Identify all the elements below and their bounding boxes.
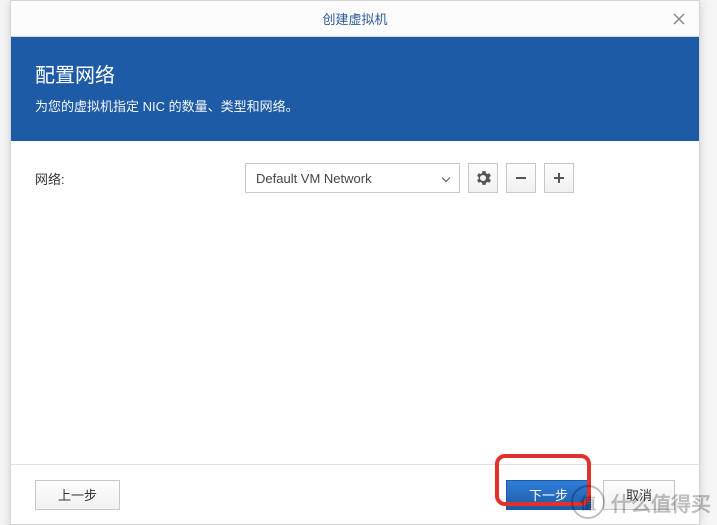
next-button[interactable]: 下一步 xyxy=(506,480,591,510)
network-label: 网络: xyxy=(35,169,245,188)
dialog-footer: 上一步 下一步 取消 xyxy=(11,464,699,524)
plus-icon xyxy=(553,172,565,184)
close-icon xyxy=(673,13,685,25)
step-heading: 配置网络 xyxy=(35,59,675,88)
gear-icon xyxy=(475,170,491,186)
network-settings-button[interactable] xyxy=(468,163,498,193)
network-select-value: Default VM Network xyxy=(256,171,372,186)
network-add-button[interactable] xyxy=(544,163,574,193)
minus-icon xyxy=(515,172,527,184)
step-subtext: 为您的虚拟机指定 NIC 的数量、类型和网络。 xyxy=(35,96,675,115)
chevron-down-icon xyxy=(441,171,451,186)
step-banner: 配置网络 为您的虚拟机指定 NIC 的数量、类型和网络。 xyxy=(11,37,699,141)
dialog-title: 创建虚拟机 xyxy=(322,9,387,28)
network-row: 网络: Default VM Network xyxy=(35,163,675,193)
network-remove-button[interactable] xyxy=(506,163,536,193)
dialog-content: 网络: Default VM Network xyxy=(11,141,699,464)
titlebar: 创建虚拟机 xyxy=(11,1,699,37)
create-vm-dialog: 创建虚拟机 配置网络 为您的虚拟机指定 NIC 的数量、类型和网络。 网络: D… xyxy=(10,0,700,525)
cancel-button[interactable]: 取消 xyxy=(603,480,675,510)
network-select[interactable]: Default VM Network xyxy=(245,163,460,193)
close-button[interactable] xyxy=(659,1,699,37)
back-button[interactable]: 上一步 xyxy=(35,480,120,510)
